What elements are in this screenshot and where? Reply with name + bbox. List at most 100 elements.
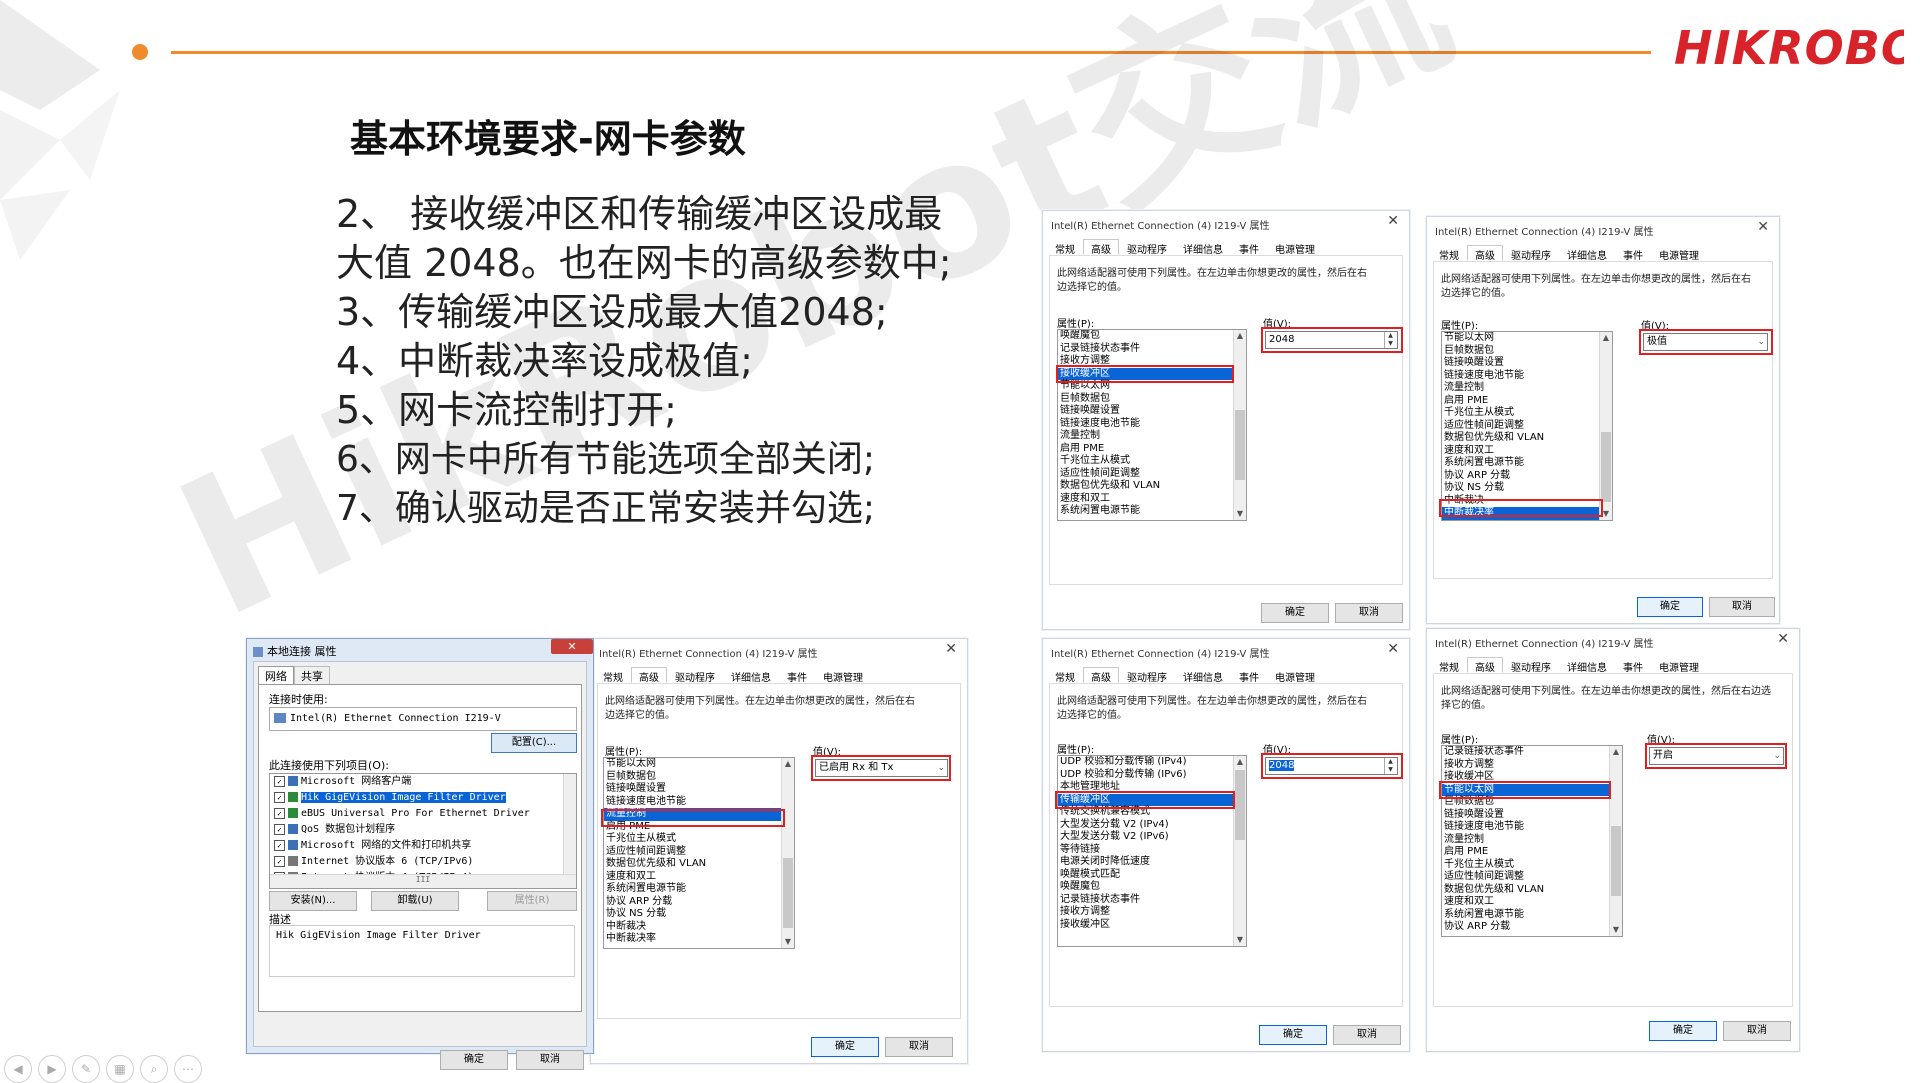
property-item[interactable]: 巨帧数据包 bbox=[604, 771, 794, 784]
property-list[interactable]: UDP 校验和分载传输 (IPv4) UDP 校验和分载传输 (IPv6) 本地管理… bbox=[1057, 755, 1247, 947]
tab-general[interactable]: 常规 bbox=[1047, 667, 1083, 684]
property-item[interactable]: 链接唤醒设置 bbox=[1442, 809, 1622, 822]
tab-events[interactable]: 事件 bbox=[1615, 657, 1651, 674]
cancel-button[interactable]: 取消 bbox=[1723, 1021, 1791, 1041]
horizontal-scrollbar[interactable]: III bbox=[270, 874, 576, 888]
property-item[interactable]: 系统闲置电源节能 bbox=[1442, 909, 1622, 922]
next-icon[interactable]: ▶ bbox=[38, 1055, 66, 1083]
property-item[interactable]: 适应性帧间距调整 bbox=[1058, 468, 1246, 481]
vertical-scrollbar[interactable] bbox=[563, 774, 576, 874]
checkbox[interactable]: ✓ bbox=[274, 839, 285, 851]
close-icon[interactable]: ✕ bbox=[1387, 641, 1399, 657]
property-item[interactable]: 协议 ARP 分载 bbox=[1442, 470, 1612, 483]
property-item[interactable]: 接收缓冲区 bbox=[1058, 919, 1246, 932]
property-list[interactable]: 节能以太网 巨帧数据包 链接唤醒设置 链接速度电池节能 流量控制 启用 PME 千兆位主从模… bbox=[1441, 331, 1613, 521]
tab-power[interactable]: 电源管理 bbox=[1267, 239, 1323, 256]
cancel-button[interactable]: 取消 bbox=[885, 1037, 953, 1057]
property-item[interactable]: 千兆位主从模式 bbox=[604, 833, 794, 846]
property-item[interactable]: 速度和双工 bbox=[1442, 896, 1622, 909]
property-item[interactable]: 大型发送分载 V2 (IPv6) bbox=[1058, 831, 1246, 844]
property-item[interactable]: 链接速度电池节能 bbox=[1442, 370, 1612, 383]
tab-driver[interactable]: 驱动程序 bbox=[667, 667, 723, 684]
property-list[interactable]: 节能以太网 巨帧数据包 链接唤醒设置 链接速度电池节能 流量控制 启用 PME 千兆位主从模… bbox=[603, 757, 795, 949]
tab-details[interactable]: 详细信息 bbox=[1175, 667, 1231, 684]
scrollbar[interactable]: ▲ ▼ bbox=[1233, 330, 1246, 520]
component-item[interactable]: ✓ Microsoft 网络客户端 bbox=[274, 774, 576, 790]
property-item[interactable]: 千兆位主从模式 bbox=[1442, 859, 1622, 872]
property-item[interactable]: 数据包优先级和 VLAN bbox=[1442, 884, 1622, 897]
property-item[interactable]: 数据包优先级和 VLAN bbox=[604, 858, 794, 871]
close-icon[interactable]: ✕ bbox=[1777, 631, 1789, 647]
checkbox[interactable]: ✓ bbox=[274, 807, 285, 819]
ok-button[interactable]: 确定 bbox=[1649, 1021, 1717, 1041]
tab-sharing[interactable]: 共享 bbox=[294, 666, 330, 685]
checkbox[interactable]: ✓ bbox=[274, 791, 285, 803]
cancel-button[interactable]: 取消 bbox=[516, 1050, 584, 1070]
tab-general[interactable]: 常规 bbox=[595, 667, 631, 684]
property-item[interactable]: 数据包优先级和 VLAN bbox=[1442, 432, 1612, 445]
checkbox[interactable]: ✓ bbox=[274, 855, 285, 867]
checkbox[interactable]: ✓ bbox=[274, 823, 285, 835]
tab-power[interactable]: 电源管理 bbox=[815, 667, 871, 684]
tab-details[interactable]: 详细信息 bbox=[1175, 239, 1231, 256]
component-item[interactable]: ✓ eBUS Universal Pro For Ethernet Driver bbox=[274, 806, 576, 822]
component-item[interactable]: ✓ QoS 数据包计划程序 bbox=[274, 822, 576, 838]
close-icon[interactable]: ✕ bbox=[1757, 219, 1769, 235]
component-list[interactable]: ✓ Microsoft 网络客户端 ✓ Hik GigEVision Image Fi… bbox=[269, 773, 577, 889]
tab-power[interactable]: 电源管理 bbox=[1651, 245, 1707, 262]
tab-events[interactable]: 事件 bbox=[779, 667, 815, 684]
ok-button[interactable]: 确定 bbox=[1261, 603, 1329, 623]
property-item[interactable]: 节能以太网 bbox=[604, 758, 794, 771]
tab-advanced[interactable]: 高级 bbox=[1083, 239, 1119, 256]
tab-power[interactable]: 电源管理 bbox=[1651, 657, 1707, 674]
property-item[interactable]: UDP 校验和分载传输 (IPv6) bbox=[1058, 769, 1246, 782]
property-item[interactable]: 唤醒魔包 bbox=[1058, 881, 1246, 894]
property-item[interactable]: 巨帧数据包 bbox=[1058, 393, 1246, 406]
property-item[interactable]: 适应性帧间距调整 bbox=[1442, 420, 1612, 433]
property-list[interactable]: 记录链接状态事件 接收方调整 接收缓冲区 节能以太网 巨帧数据包 链接唤醒设置 链接速度电池… bbox=[1441, 745, 1623, 937]
tab-events[interactable]: 事件 bbox=[1231, 239, 1267, 256]
tab-advanced[interactable]: 高级 bbox=[631, 667, 667, 684]
component-item[interactable]: ✓ Microsoft 网络的文件和打印机共享 bbox=[274, 838, 576, 854]
scrollbar[interactable]: ▲ ▼ bbox=[1233, 756, 1246, 946]
property-item[interactable]: 协议 NS 分载 bbox=[604, 908, 794, 921]
property-item[interactable]: 记录链接状态事件 bbox=[1058, 894, 1246, 907]
tab-driver[interactable]: 驱动程序 bbox=[1503, 245, 1559, 262]
checkbox[interactable]: ✓ bbox=[274, 775, 285, 787]
scrollbar[interactable]: ▲ ▼ bbox=[1599, 332, 1612, 520]
tab-driver[interactable]: 驱动程序 bbox=[1119, 667, 1175, 684]
tab-power[interactable]: 电源管理 bbox=[1267, 667, 1323, 684]
property-item[interactable]: 链接速度电池节能 bbox=[604, 796, 794, 809]
property-item[interactable]: 接收方调整 bbox=[1442, 759, 1622, 772]
property-item[interactable]: 唤醒模式匹配 bbox=[1058, 869, 1246, 882]
property-item[interactable]: 速度和双工 bbox=[604, 871, 794, 884]
tab-general[interactable]: 常规 bbox=[1431, 657, 1467, 674]
property-item[interactable]: 系统闲置电源节能 bbox=[604, 883, 794, 896]
ok-button[interactable]: 确定 bbox=[440, 1050, 508, 1070]
property-item[interactable]: 千兆位主从模式 bbox=[1442, 407, 1612, 420]
property-item[interactable]: 巨帧数据包 bbox=[1442, 345, 1612, 358]
previous-icon[interactable]: ◀ bbox=[4, 1055, 32, 1083]
cancel-button[interactable]: 取消 bbox=[1335, 603, 1403, 623]
tab-details[interactable]: 详细信息 bbox=[723, 667, 779, 684]
property-item[interactable]: 记录链接状态事件 bbox=[1058, 343, 1246, 356]
property-item[interactable]: 启用 PME bbox=[1058, 443, 1246, 456]
property-item[interactable]: 电源关闭时降低速度 bbox=[1058, 856, 1246, 869]
zoom-icon[interactable]: ⌕ bbox=[140, 1055, 168, 1083]
property-item[interactable]: 千兆位主从模式 bbox=[1058, 455, 1246, 468]
property-item[interactable]: 适应性帧间距调整 bbox=[1442, 871, 1622, 884]
tab-details[interactable]: 详细信息 bbox=[1559, 245, 1615, 262]
tab-driver[interactable]: 驱动程序 bbox=[1119, 239, 1175, 256]
property-item[interactable]: 链接唤醒设置 bbox=[604, 783, 794, 796]
property-item[interactable]: 协议 ARP 分载 bbox=[604, 896, 794, 909]
property-item[interactable]: UDP 校验和分载传输 (IPv4) bbox=[1058, 756, 1246, 769]
uninstall-button[interactable]: 卸载(U) bbox=[371, 891, 459, 911]
tab-general[interactable]: 常规 bbox=[1431, 245, 1467, 262]
property-item[interactable]: 中断裁决率 bbox=[604, 933, 794, 946]
property-item[interactable]: 流量控制 bbox=[1442, 382, 1612, 395]
property-item[interactable]: 链接速度电池节能 bbox=[1058, 418, 1246, 431]
property-item[interactable]: 数据包优先级和 VLAN bbox=[1058, 480, 1246, 493]
property-item[interactable]: 链接唤醒设置 bbox=[1442, 357, 1612, 370]
tab-advanced[interactable]: 高级 bbox=[1083, 667, 1119, 684]
slides-icon[interactable]: ▦ bbox=[106, 1055, 134, 1083]
